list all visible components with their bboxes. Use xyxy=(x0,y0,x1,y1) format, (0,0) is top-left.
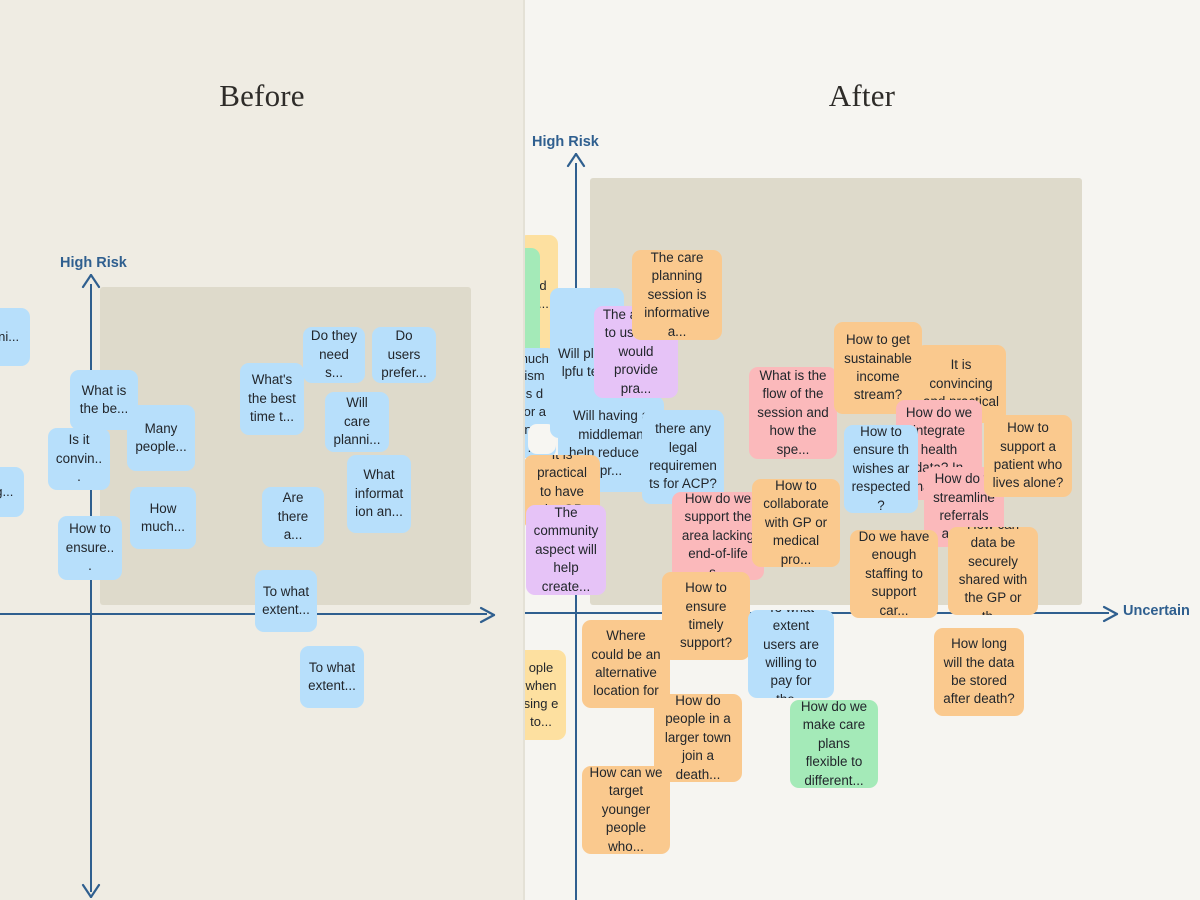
sticky-note[interactable]: How long will the data be stored after d… xyxy=(934,628,1024,716)
after-panel-title: After xyxy=(828,78,896,113)
after-x-axis-arrow-right xyxy=(1102,605,1120,623)
sticky-note[interactable]: How much... xyxy=(130,487,196,549)
sticky-note[interactable]: To what extent... xyxy=(255,570,317,632)
sticky-note[interactable]: To what extent users are willing to pay … xyxy=(748,610,834,698)
sticky-note[interactable]: How can data be securely shared with the… xyxy=(948,527,1038,615)
sticky-note[interactable]: Many people... xyxy=(127,405,195,471)
before-x-axis-arrow-right xyxy=(479,606,497,624)
before-panel: Before High Risk re ni...ll ng...What is… xyxy=(0,0,524,900)
before-y-axis-arrow-down xyxy=(81,882,101,898)
before-panel-title: Before xyxy=(219,78,305,113)
sticky-note[interactable]: The community aspect will help create... xyxy=(526,505,606,595)
sticky-note[interactable]: Are there a... xyxy=(262,487,324,547)
after-panel: After High Risk Uncertain uld e ...much … xyxy=(524,0,1200,900)
comparison-canvas: Before High Risk re ni... ll ng... What is… xyxy=(0,0,1200,900)
after-y-axis-label: High Risk xyxy=(532,134,599,150)
sticky-note[interactable]: How to ensure timely support? xyxy=(662,572,750,660)
sticky-note[interactable]: What informat ion an... xyxy=(347,455,411,533)
panel-divider xyxy=(523,0,525,900)
sticky-note[interactable]: How to collaborate with GP or medical pr… xyxy=(752,479,840,567)
sticky-note[interactable]: Do users prefer... xyxy=(372,327,436,383)
sticky-note[interactable]: How do we support the area lacking end-o… xyxy=(672,492,764,580)
sticky-note[interactable]: re ni... xyxy=(0,308,30,366)
sticky-note[interactable]: What's the best time t... xyxy=(240,363,304,435)
after-y-axis-arrow-up xyxy=(566,153,586,169)
sticky-note[interactable]: How to ensure th wishes ar respected? xyxy=(844,425,918,513)
sticky-note[interactable]: ople when sing e to... xyxy=(524,650,566,740)
before-y-axis-arrow-up xyxy=(81,274,101,290)
sticky-note[interactable]: Is it convin... xyxy=(48,428,110,490)
before-x-axis-line xyxy=(0,613,487,615)
after-x-axis-label: Uncertain xyxy=(1123,603,1190,619)
sticky-note[interactable]: Do they need s... xyxy=(303,327,365,383)
sticky-note[interactable] xyxy=(524,248,540,363)
sticky-note[interactable]: The care planning session is informative… xyxy=(632,250,722,340)
sticky-note[interactable]: How to support a patient who lives alone… xyxy=(984,415,1072,497)
sticky-note[interactable]: Will care planni... xyxy=(325,392,389,452)
before-y-axis-label: High Risk xyxy=(60,255,127,271)
sticky-note[interactable]: What is the flow of the session and how … xyxy=(749,367,837,459)
sticky-note[interactable]: How to ensure... xyxy=(58,516,122,580)
sticky-note[interactable]: How do we make care plans flexible to di… xyxy=(790,700,878,788)
sticky-note[interactable]: ll ng... xyxy=(0,467,24,517)
sticky-note[interactable]: How can we target younger people who... xyxy=(582,766,670,854)
sticky-note[interactable]: there any legal requirements for ACP? xyxy=(642,410,724,504)
sticky-note[interactable]: Do we have enough staffing to support ca… xyxy=(850,530,938,618)
sticky-note[interactable]: To what extent... xyxy=(300,646,364,708)
